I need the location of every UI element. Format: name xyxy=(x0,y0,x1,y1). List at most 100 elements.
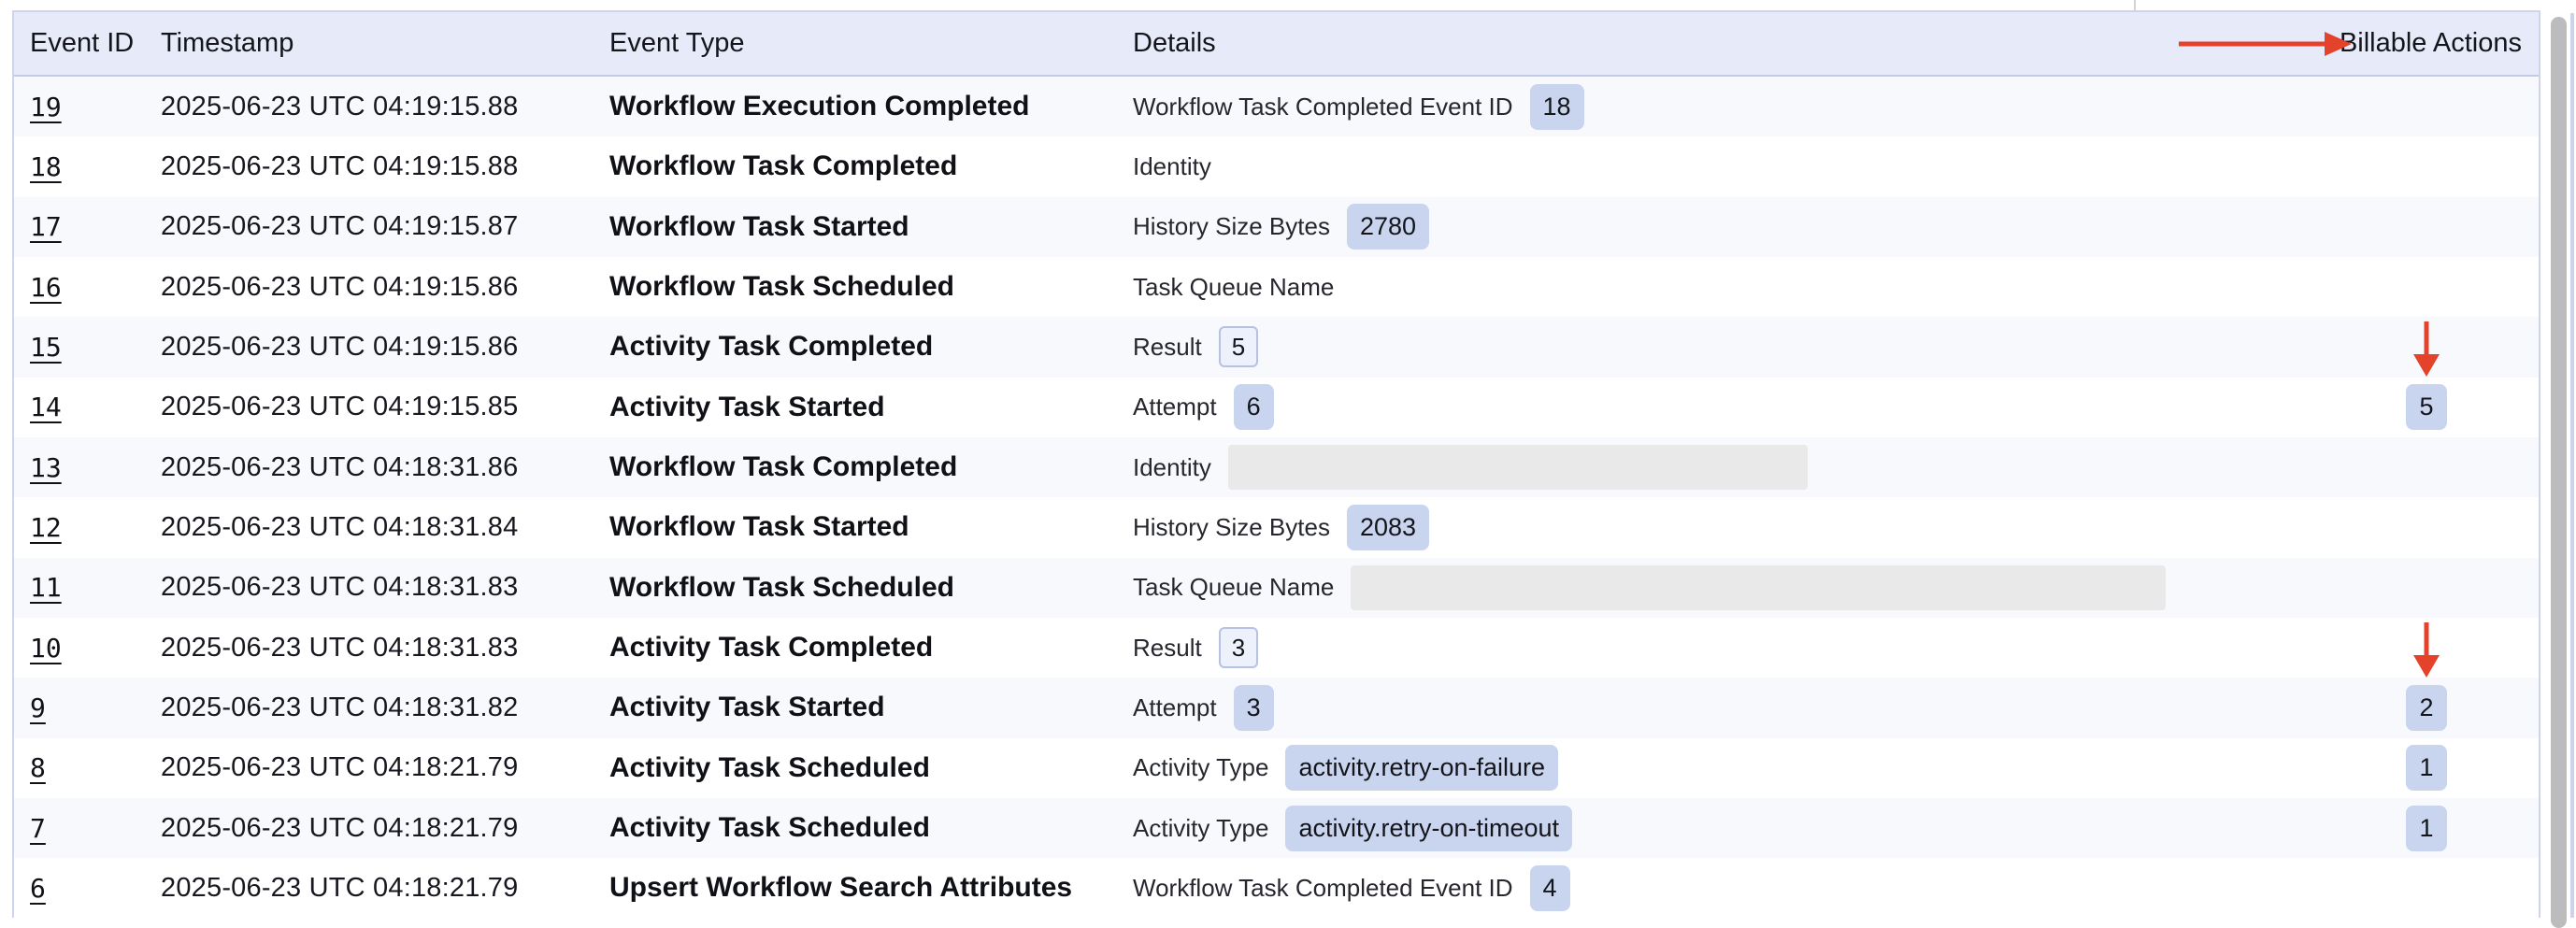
billable-actions-cell xyxy=(2314,136,2539,196)
redacted-value-block xyxy=(1351,565,2166,610)
event-type: Workflow Execution Completed xyxy=(594,91,1117,122)
detail-value-badge: activity.retry-on-timeout xyxy=(1285,806,1572,851)
event-id-link[interactable]: 14 xyxy=(14,392,145,422)
event-id-link[interactable]: 18 xyxy=(14,151,145,182)
table-row: 9 2025-06-23 UTC 04:18:31.82 Activity Ta… xyxy=(14,678,2539,737)
event-id-link[interactable]: 10 xyxy=(14,633,145,664)
detail-label: Task Queue Name xyxy=(1133,573,1334,602)
event-timestamp: 2025-06-23 UTC 04:19:15.86 xyxy=(145,272,594,303)
event-id-link[interactable]: 17 xyxy=(14,211,145,242)
detail-label: Result xyxy=(1133,634,1202,663)
billable-actions-cell xyxy=(2314,437,2539,497)
event-id-link[interactable]: 19 xyxy=(14,92,145,122)
event-details: Attempt 3 xyxy=(1117,685,2314,731)
event-timestamp: 2025-06-23 UTC 04:19:15.86 xyxy=(145,332,594,363)
billable-count-badge: 1 xyxy=(2406,745,2446,791)
billable-count-badge: 5 xyxy=(2406,384,2446,430)
event-type: Workflow Task Completed xyxy=(594,150,1117,182)
table-row: 7 2025-06-23 UTC 04:18:21.79 Activity Ta… xyxy=(14,798,2539,858)
event-timestamp: 2025-06-23 UTC 04:18:31.86 xyxy=(145,452,594,483)
event-timestamp: 2025-06-23 UTC 04:18:31.83 xyxy=(145,633,594,664)
event-id-link[interactable]: 9 xyxy=(14,692,145,723)
event-type: Activity Task Started xyxy=(594,692,1117,723)
event-timestamp: 2025-06-23 UTC 04:18:21.79 xyxy=(145,752,594,783)
event-timestamp: 2025-06-23 UTC 04:19:15.85 xyxy=(145,392,594,422)
event-id-link[interactable]: 7 xyxy=(14,813,145,844)
detail-label: History Size Bytes xyxy=(1133,212,1330,241)
billable-actions-cell: 1 xyxy=(2314,798,2539,858)
table-row: 8 2025-06-23 UTC 04:18:21.79 Activity Ta… xyxy=(14,738,2539,798)
event-id-link[interactable]: 16 xyxy=(14,272,145,303)
billable-actions-cell xyxy=(2314,317,2539,377)
detail-value-badge: 5 xyxy=(1219,326,1258,367)
event-details: Task Queue Name xyxy=(1117,273,2314,302)
event-id-link[interactable]: 8 xyxy=(14,752,145,783)
billable-count-badge: 1 xyxy=(2406,806,2446,851)
red-down-arrow-annotation-icon xyxy=(2410,621,2443,678)
detail-label: Workflow Task Completed Event ID xyxy=(1133,93,1513,121)
table-row: 18 2025-06-23 UTC 04:19:15.88 Workflow T… xyxy=(14,136,2539,196)
billable-actions-cell xyxy=(2314,497,2539,557)
table-row: 11 2025-06-23 UTC 04:18:31.83 Workflow T… xyxy=(14,558,2539,618)
event-type: Activity Task Completed xyxy=(594,331,1117,363)
billable-count-badge: 2 xyxy=(2406,685,2446,731)
billable-actions-cell: 5 xyxy=(2314,378,2539,437)
event-type: Activity Task Scheduled xyxy=(594,812,1117,844)
event-details: Task Queue Name xyxy=(1117,565,2314,610)
event-type: Upsert Workflow Search Attributes xyxy=(594,872,1117,904)
table-row: 6 2025-06-23 UTC 04:18:21.79 Upsert Work… xyxy=(14,858,2539,918)
detail-label: Identity xyxy=(1133,152,1211,181)
event-details: Workflow Task Completed Event ID 18 xyxy=(1117,84,2314,130)
detail-value-badge: activity.retry-on-failure xyxy=(1285,745,1558,791)
event-type: Workflow Task Scheduled xyxy=(594,572,1117,604)
event-details: History Size Bytes 2780 xyxy=(1117,204,2314,250)
event-id-link[interactable]: 13 xyxy=(14,452,145,483)
table-row: 14 2025-06-23 UTC 04:19:15.85 Activity T… xyxy=(14,378,2539,437)
billable-actions-cell: 1 xyxy=(2314,738,2539,798)
detail-value-badge: 4 xyxy=(1530,865,1570,911)
event-history-table: Event ID Timestamp Event Type Details Bi… xyxy=(12,10,2540,918)
event-timestamp: 2025-06-23 UTC 04:18:31.84 xyxy=(145,512,594,543)
redacted-value-block xyxy=(1228,445,1808,490)
event-details: Activity Type activity.retry-on-timeout xyxy=(1117,806,2314,851)
detail-value-badge: 3 xyxy=(1234,685,1274,731)
top-panel-divider xyxy=(2134,0,2136,10)
detail-label: History Size Bytes xyxy=(1133,513,1330,542)
event-details: Result 3 xyxy=(1117,627,2314,668)
billable-actions-cell xyxy=(2314,618,2539,678)
detail-value-badge: 2780 xyxy=(1347,204,1429,250)
column-header-event-id: Event ID xyxy=(14,28,145,59)
event-id-link[interactable]: 15 xyxy=(14,332,145,363)
table-header-row: Event ID Timestamp Event Type Details Bi… xyxy=(14,12,2539,77)
event-id-link[interactable]: 6 xyxy=(14,873,145,904)
detail-label: Activity Type xyxy=(1133,814,1268,843)
event-id-link[interactable]: 12 xyxy=(14,512,145,543)
detail-label: Identity xyxy=(1133,453,1211,482)
detail-value-badge: 18 xyxy=(1530,84,1584,130)
event-type: Workflow Task Started xyxy=(594,511,1117,543)
detail-label: Attempt xyxy=(1133,393,1217,421)
table-row: 19 2025-06-23 UTC 04:19:15.88 Workflow E… xyxy=(14,77,2539,136)
event-type: Workflow Task Scheduled xyxy=(594,271,1117,303)
event-timestamp: 2025-06-23 UTC 04:19:15.88 xyxy=(145,151,594,182)
event-type: Workflow Task Started xyxy=(594,211,1117,243)
table-body: 19 2025-06-23 UTC 04:19:15.88 Workflow E… xyxy=(14,77,2539,918)
table-row: 17 2025-06-23 UTC 04:19:15.87 Workflow T… xyxy=(14,197,2539,257)
table-row: 15 2025-06-23 UTC 04:19:15.86 Activity T… xyxy=(14,317,2539,377)
vertical-scrollbar-thumb[interactable] xyxy=(2551,17,2567,928)
event-timestamp: 2025-06-23 UTC 04:18:31.82 xyxy=(145,692,594,723)
event-timestamp: 2025-06-23 UTC 04:19:15.88 xyxy=(145,92,594,122)
detail-value-badge: 2083 xyxy=(1347,505,1429,550)
billable-actions-cell: 2 xyxy=(2314,678,2539,737)
detail-value-badge: 6 xyxy=(1234,384,1274,430)
event-type: Activity Task Completed xyxy=(594,632,1117,664)
detail-label: Workflow Task Completed Event ID xyxy=(1133,874,1513,903)
event-details: Identity xyxy=(1117,445,2314,490)
event-details: Identity xyxy=(1117,152,2314,181)
event-id-link[interactable]: 11 xyxy=(14,572,145,603)
table-row: 13 2025-06-23 UTC 04:18:31.86 Workflow T… xyxy=(14,437,2539,497)
detail-label: Activity Type xyxy=(1133,753,1268,782)
detail-label: Task Queue Name xyxy=(1133,273,1334,302)
event-details: Result 5 xyxy=(1117,326,2314,367)
detail-value-badge: 3 xyxy=(1219,627,1258,668)
